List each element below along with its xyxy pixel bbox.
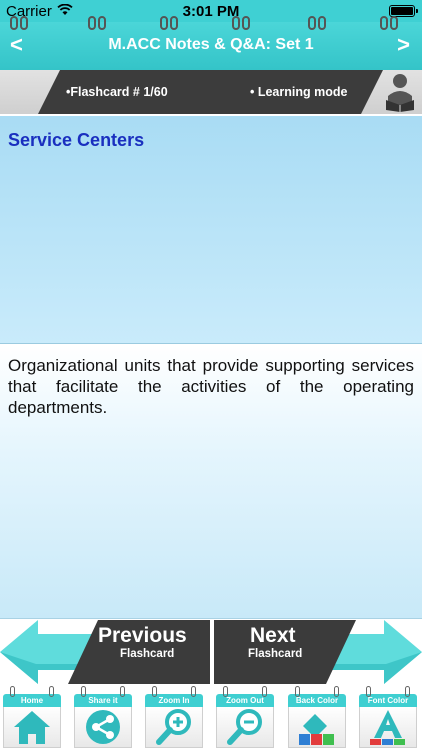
back-color-label: Back Color bbox=[295, 696, 339, 705]
flashcard-counter: •Flashcard # 1/60 bbox=[66, 85, 168, 99]
zoom-out-label: Zoom Out bbox=[226, 696, 264, 705]
zoom-in-label: Zoom In bbox=[158, 696, 190, 705]
share-button[interactable]: Share it bbox=[71, 684, 135, 750]
back-button[interactable]: < bbox=[10, 32, 23, 58]
answer-panel: Organizational units that provide suppor… bbox=[0, 345, 422, 619]
home-button[interactable]: Home bbox=[0, 684, 64, 750]
question-text: Service Centers bbox=[8, 130, 145, 150]
answer-text: Organizational units that provide suppor… bbox=[8, 356, 414, 417]
share-icon bbox=[86, 710, 120, 744]
paint-bucket-icon bbox=[299, 714, 334, 745]
next-label: Next bbox=[250, 624, 296, 647]
reader-icon[interactable] bbox=[382, 72, 418, 112]
mode-label: • Learning mode bbox=[250, 85, 348, 99]
zoom-out-icon bbox=[227, 709, 262, 745]
font-color-label: Font Color bbox=[367, 696, 409, 705]
clock: 3:01 PM bbox=[182, 3, 240, 20]
back-color-button[interactable]: Back Color bbox=[285, 684, 349, 750]
zoom-out-button[interactable]: Zoom Out bbox=[213, 684, 277, 750]
share-label: Share it bbox=[88, 696, 118, 705]
page-title: M.ACC Notes & Q&A: Set 1 bbox=[108, 36, 314, 53]
next-sublabel: Flashcard bbox=[248, 648, 303, 660]
zoom-in-button[interactable]: Zoom In bbox=[142, 684, 206, 750]
forward-button[interactable]: > bbox=[397, 32, 410, 58]
previous-sublabel: Flashcard bbox=[120, 648, 175, 660]
nav-bar: < M.ACC Notes & Q&A: Set 1 > bbox=[0, 16, 422, 70]
home-icon bbox=[14, 711, 50, 744]
font-color-icon bbox=[370, 710, 405, 745]
previous-label: Previous bbox=[98, 624, 187, 647]
font-color-button[interactable]: Font Color bbox=[356, 684, 420, 750]
home-label: Home bbox=[20, 696, 44, 705]
flashcard-navigation: Previous Flashcard Next Flashcard bbox=[0, 620, 422, 684]
zoom-in-icon bbox=[156, 709, 191, 745]
info-bar: •Flashcard # 1/60 • Learning mode bbox=[0, 70, 422, 114]
status-bar: Carrier 3:01 PM bbox=[0, 0, 422, 22]
bottom-toolbar: Home Share it Zoom In Zoom Out Back Colo… bbox=[0, 684, 422, 750]
question-panel: Service Centers bbox=[0, 116, 422, 344]
